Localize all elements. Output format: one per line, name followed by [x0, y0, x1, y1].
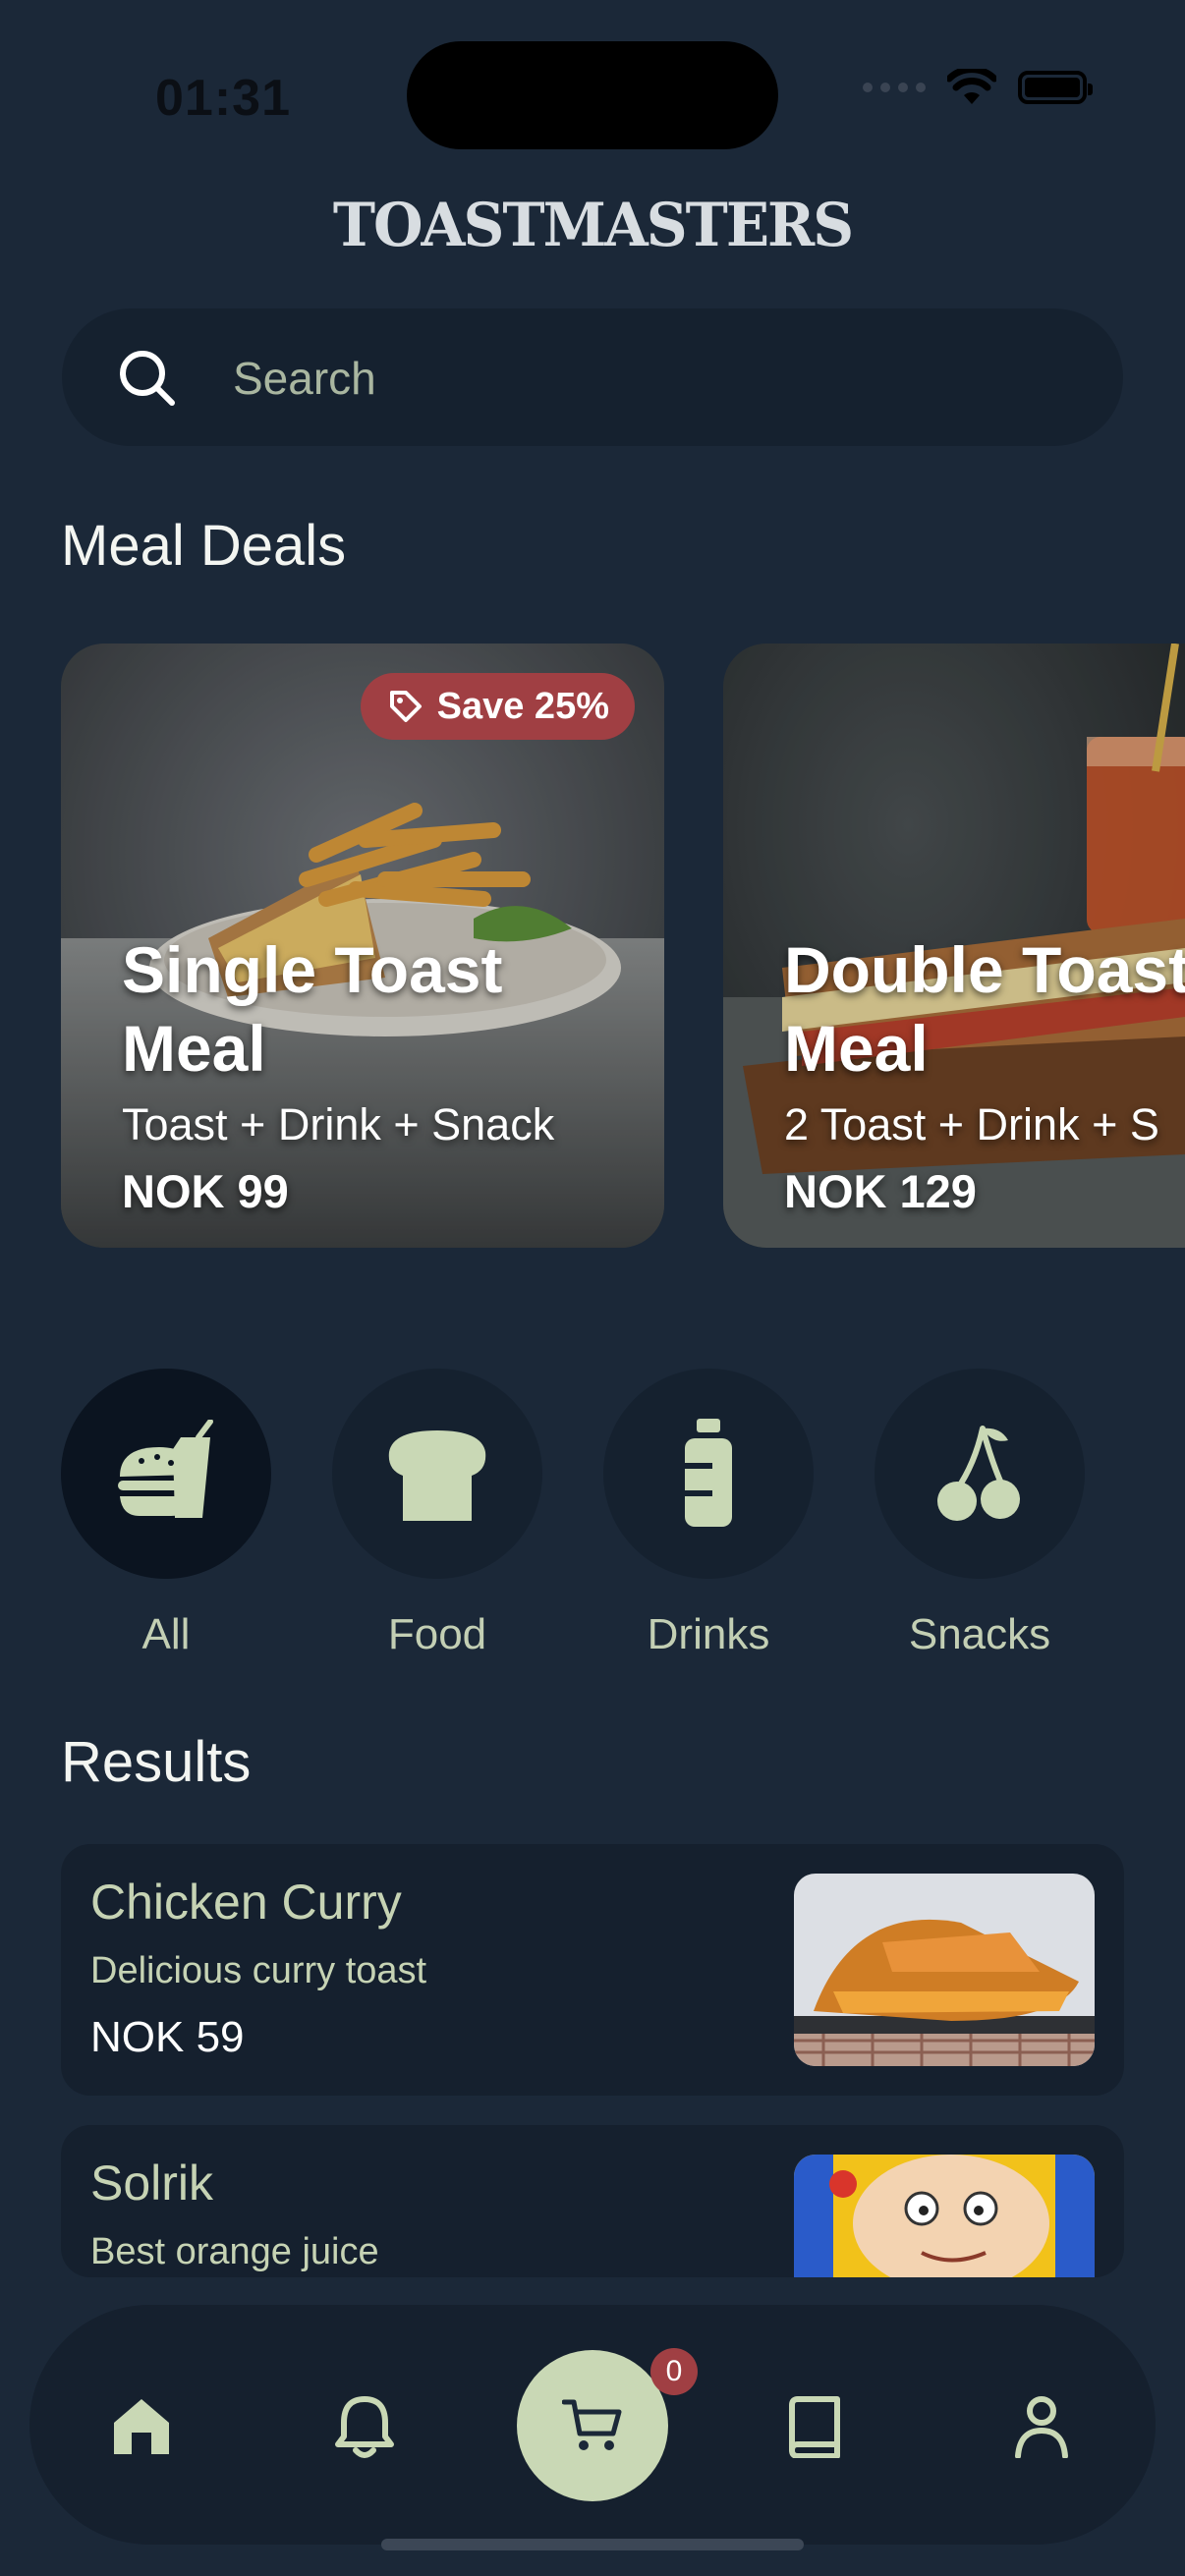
deal-title-line1: Double Toast [784, 933, 1185, 1006]
tag-icon [389, 691, 422, 722]
search-bar[interactable]: Search [62, 308, 1123, 446]
deal-price: NOK 129 [784, 1165, 977, 1217]
chicken-curry-image [794, 1874, 1095, 2066]
deal-title-line2: Meal [784, 1012, 929, 1085]
cherries-icon [937, 1426, 1020, 1521]
category-label: Drinks [647, 1610, 770, 1658]
category-label: All [141, 1610, 191, 1658]
result-description: Best orange juice [90, 2231, 379, 2272]
cellular-icon [863, 83, 926, 92]
deal-price: NOK 99 [122, 1165, 289, 1217]
category-label: Snacks [908, 1610, 1051, 1658]
result-title: Chicken Curry [90, 1875, 402, 1930]
book-icon[interactable] [786, 2395, 841, 2458]
deal-card-single[interactable]: Save 25% Single Toast Meal Toast + Drink… [61, 644, 664, 1248]
result-item-solrik[interactable]: Solrik Best orange juice [61, 2125, 1124, 2277]
category-label: Food [387, 1610, 487, 1658]
fastfood-icon [118, 1420, 213, 1518]
person-icon[interactable] [1014, 2395, 1069, 2458]
deal-title-line1: Single Toast [122, 933, 503, 1006]
results-title: Results [61, 1730, 252, 1794]
result-price: NOK 59 [90, 2013, 245, 2061]
brand-logo: TOASTMASTERS [332, 190, 854, 260]
wifi-icon [947, 69, 996, 104]
home-icon[interactable] [110, 2395, 173, 2458]
solrik-image [794, 2155, 1095, 2277]
deal-card-double[interactable]: Double Toast Meal 2 Toast + Drink + S NO… [723, 644, 1185, 1248]
meal-deals-title: Meal Deals [61, 514, 347, 578]
result-title: Solrik [90, 2156, 214, 2211]
cart-icon [562, 2399, 622, 2450]
search-input[interactable]: Search [233, 352, 376, 405]
result-item-chicken-curry[interactable]: Chicken Curry Delicious curry toast NOK … [61, 1844, 1124, 2096]
category-drinks[interactable]: Drinks [603, 1369, 814, 1659]
tab-bar: 0 [29, 2305, 1156, 2545]
bread-icon [388, 1430, 486, 1521]
category-all[interactable]: All [61, 1369, 271, 1659]
bell-icon[interactable] [334, 2395, 395, 2460]
deal-subtitle: Toast + Drink + Snack [122, 1099, 555, 1149]
cart-count-badge: 0 [650, 2348, 698, 2395]
battery-icon [1018, 71, 1093, 104]
status-icons [863, 69, 1093, 106]
status-time: 01:31 [155, 70, 291, 127]
category-food[interactable]: Food [332, 1369, 542, 1659]
category-snacks[interactable]: Snacks [875, 1369, 1085, 1659]
cart-button[interactable] [517, 2350, 668, 2501]
home-indicator [381, 2539, 804, 2550]
result-description: Delicious curry toast [90, 1950, 427, 1991]
search-icon [120, 351, 175, 406]
bottle-icon [685, 1419, 732, 1527]
save-badge: Save 25% [360, 673, 635, 740]
dynamic-island [407, 41, 778, 149]
deal-subtitle: 2 Toast + Drink + S [784, 1099, 1159, 1149]
save-badge-label: Save 25% [436, 685, 609, 727]
deal-title-line2: Meal [122, 1012, 266, 1085]
